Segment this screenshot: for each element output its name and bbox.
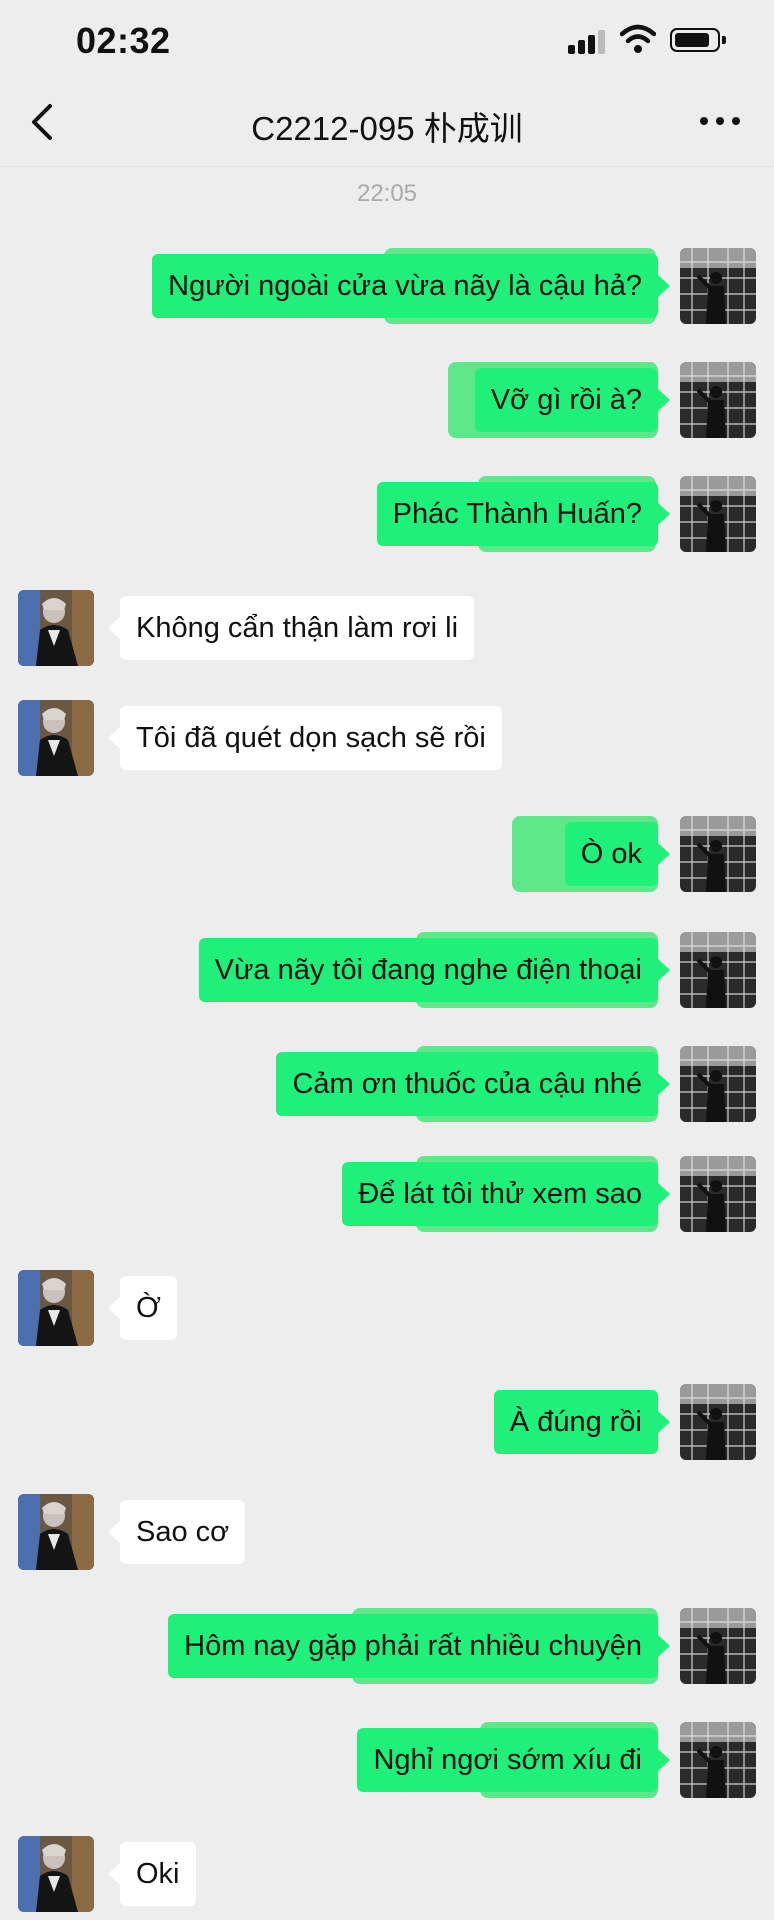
bubble-tail xyxy=(658,1635,670,1657)
chat-header: C2212-095 朴成训 xyxy=(0,78,774,167)
my-avatar[interactable] xyxy=(680,362,756,438)
wifi-icon xyxy=(620,24,656,53)
my-avatar[interactable] xyxy=(680,932,756,1008)
sent-message-bubble[interactable]: Vừa nãy tôi đang nghe điện thoại xyxy=(198,938,658,1002)
more-options-icon[interactable] xyxy=(698,114,742,128)
my-avatar[interactable] xyxy=(680,1046,756,1122)
status-bar: 02:32 xyxy=(0,0,774,78)
sent-message-bubble[interactable]: Hôm nay gặp phải rất nhiều chuyện xyxy=(168,1614,658,1678)
sent-message-bubble[interactable]: Phác Thành Huấn? xyxy=(376,482,658,546)
message-timestamp: 22:05 xyxy=(356,180,418,207)
bubble-tail xyxy=(658,1749,670,1771)
bubble-tail xyxy=(658,843,670,865)
bubble-tail xyxy=(658,389,670,411)
my-avatar[interactable] xyxy=(680,1384,756,1460)
status-time: 02:32 xyxy=(76,20,171,61)
contact-avatar[interactable] xyxy=(18,1836,94,1912)
battery-icon xyxy=(670,28,726,52)
my-avatar[interactable] xyxy=(680,1722,756,1798)
contact-avatar[interactable] xyxy=(18,1494,94,1570)
sent-message-bubble[interactable]: Người ngoài cửa vừa nãy là cậu hả? xyxy=(152,254,658,318)
sent-message-bubble[interactable]: Cảm ơn thuốc của cậu nhé xyxy=(276,1052,658,1116)
sent-message-bubble[interactable]: Ò ok xyxy=(564,822,658,886)
bubble-tail xyxy=(108,1297,120,1319)
received-message-bubble[interactable]: Oki xyxy=(120,1842,196,1906)
contact-avatar[interactable] xyxy=(18,590,94,666)
my-avatar[interactable] xyxy=(680,476,756,552)
bubble-tail xyxy=(658,275,670,297)
sent-message-bubble[interactable]: Vỡ gì rồi à? xyxy=(474,368,658,432)
sent-message-bubble[interactable]: Để lát tôi thử xem sao xyxy=(342,1162,658,1226)
my-avatar[interactable] xyxy=(680,1156,756,1232)
received-message-bubble[interactable]: Ờ xyxy=(120,1276,177,1340)
bubble-tail xyxy=(658,1411,670,1433)
bubble-tail xyxy=(658,503,670,525)
bubble-tail xyxy=(658,1073,670,1095)
contact-avatar[interactable] xyxy=(18,700,94,776)
my-avatar[interactable] xyxy=(680,816,756,892)
bubble-tail xyxy=(108,617,120,639)
cellular-signal-icon xyxy=(568,30,606,54)
received-message-bubble[interactable]: Không cẩn thận làm rơi li xyxy=(120,596,475,660)
chat-title: C2212-095 朴成训 xyxy=(251,110,523,147)
my-avatar[interactable] xyxy=(680,1608,756,1684)
contact-avatar[interactable] xyxy=(18,1270,94,1346)
sent-message-bubble[interactable]: Nghỉ ngơi sớm xíu đi xyxy=(357,1728,658,1792)
bubble-tail xyxy=(108,1521,120,1543)
my-avatar[interactable] xyxy=(680,248,756,324)
bubble-tail xyxy=(108,1863,120,1885)
received-message-bubble[interactable]: Tôi đã quét dọn sạch sẽ rồi xyxy=(120,706,502,770)
sent-message-bubble[interactable]: À đúng rồi xyxy=(493,1390,658,1454)
bubble-tail xyxy=(658,959,670,981)
bubble-tail xyxy=(658,1183,670,1205)
bubble-tail xyxy=(108,727,120,749)
received-message-bubble[interactable]: Sao cơ xyxy=(120,1500,246,1564)
